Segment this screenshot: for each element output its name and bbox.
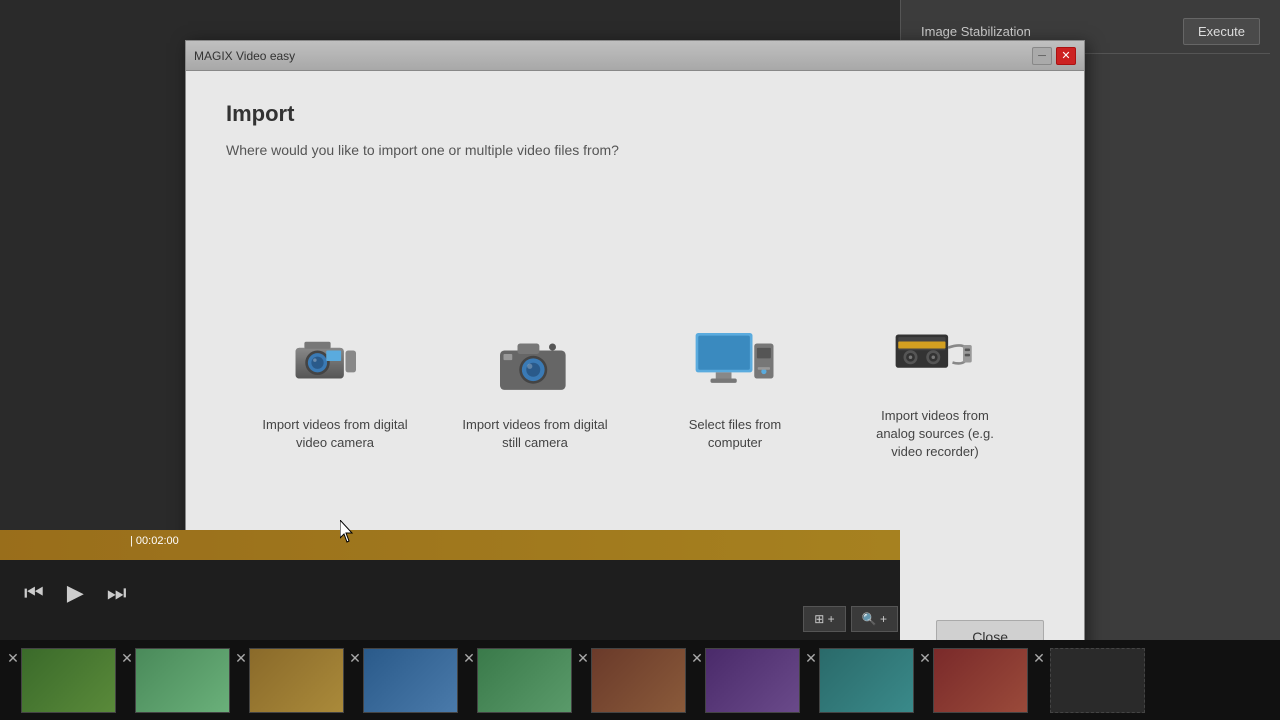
option-digital-still-camera[interactable]: Import videos from digital still camera: [445, 306, 625, 467]
filmstrip-item-4[interactable]: [363, 648, 458, 713]
minimize-button[interactable]: ─: [1032, 47, 1052, 65]
timestamp: | 00:02:00: [130, 535, 179, 547]
option-digital-video-camera[interactable]: Import videos from digital video camera: [245, 306, 425, 467]
filmstrip-item-1[interactable]: [21, 648, 116, 713]
filmstrip-item-group-1: ✕: [5, 648, 116, 713]
filmstrip-item-group-3: ✕: [233, 648, 344, 713]
remove-before-1[interactable]: ✕: [7, 650, 19, 667]
option-analog-sources[interactable]: Import videos from analog sources (e.g. …: [845, 297, 1025, 477]
option-label-analog-sources: Import videos from analog sources (e.g. …: [860, 407, 1010, 462]
dialog-titlebar: MAGIX Video easy ─ ✕: [186, 41, 1084, 71]
filmstrip-item-8[interactable]: [819, 648, 914, 713]
rewind-button[interactable]: ⏮: [20, 576, 48, 610]
analog-sources-icon: [885, 312, 985, 392]
computer-icon: [685, 321, 785, 401]
bottom-right-controls: ⊞ + 🔍 +: [803, 606, 898, 632]
remove-before-5[interactable]: ✕: [463, 650, 475, 667]
filmstrip-item-group-4: ✕: [347, 648, 458, 713]
remove-before-4[interactable]: ✕: [349, 650, 361, 667]
close-titlebar-button[interactable]: ✕: [1056, 47, 1076, 65]
remove-before-7[interactable]: ✕: [691, 650, 703, 667]
filmstrip-empty-slot: [1050, 648, 1145, 713]
dialog-subtext: Where would you like to import one or mu…: [226, 142, 1044, 158]
filmstrip-item-5[interactable]: [477, 648, 572, 713]
dialog-controls: ─ ✕: [1032, 47, 1076, 65]
filmstrip: ✕ ✕ ✕ ✕ ✕ ✕ ✕: [0, 640, 1280, 720]
digital-still-camera-icon: [485, 321, 585, 401]
import-options-container: Import videos from digital video camera: [226, 198, 1044, 575]
dialog-content: Import Where would you like to import on…: [186, 71, 1084, 605]
option-label-computer: Select files from computer: [660, 416, 810, 452]
filmstrip-item-9[interactable]: [933, 648, 1028, 713]
dialog-title: MAGIX Video easy: [194, 49, 295, 63]
play-button[interactable]: ▶: [63, 576, 88, 610]
digital-video-camera-icon: [285, 321, 385, 401]
filmstrip-item-3[interactable]: [249, 648, 344, 713]
playback-controls: ⏮ ▶ ⏭: [20, 576, 131, 610]
filmstrip-item-6[interactable]: [591, 648, 686, 713]
option-label-digital-still-camera: Import videos from digital still camera: [460, 416, 610, 452]
fast-forward-button[interactable]: ⏭: [103, 576, 131, 610]
remove-before-8[interactable]: ✕: [805, 650, 817, 667]
filmstrip-item-7[interactable]: [705, 648, 800, 713]
filmstrip-item-group-9: ✕: [917, 648, 1028, 713]
zoom-button[interactable]: 🔍 +: [851, 606, 898, 632]
option-computer[interactable]: Select files from computer: [645, 306, 825, 467]
remove-before-6[interactable]: ✕: [577, 650, 589, 667]
remove-before-3[interactable]: ✕: [235, 650, 247, 667]
execute-button[interactable]: Execute: [1183, 18, 1260, 45]
filmstrip-item-group-8: ✕: [803, 648, 914, 713]
option-label-digital-video-camera: Import videos from digital video camera: [260, 416, 410, 452]
add-clip-button[interactable]: ⊞ +: [803, 606, 845, 632]
filmstrip-item-2[interactable]: [135, 648, 230, 713]
filmstrip-item-group-7: ✕: [689, 648, 800, 713]
filmstrip-item-group-6: ✕: [575, 648, 686, 713]
remove-before-2[interactable]: ✕: [121, 650, 133, 667]
filmstrip-item-group-2: ✕: [119, 648, 230, 713]
filmstrip-end-marker: ✕: [1031, 648, 1047, 713]
dialog-heading: Import: [226, 101, 1044, 127]
remove-before-9[interactable]: ✕: [919, 650, 931, 667]
filmstrip-item-group-5: ✕: [461, 648, 572, 713]
feature-label: Image Stabilization: [921, 24, 1031, 39]
